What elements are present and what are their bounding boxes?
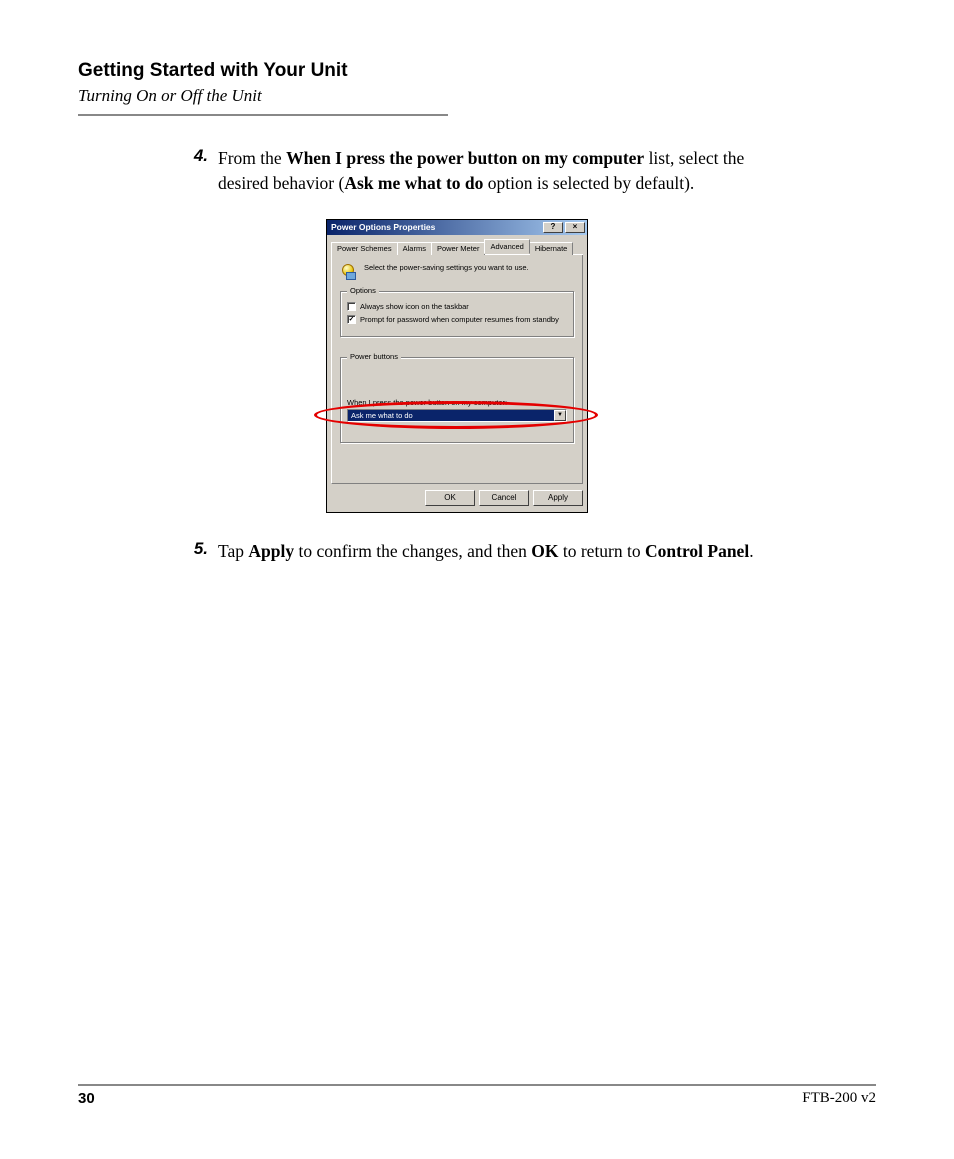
text: to confirm the changes, and then bbox=[294, 541, 531, 561]
lightbulb-icon bbox=[340, 263, 356, 281]
power-options-dialog: Power Options Properties ? × Power Schem… bbox=[326, 219, 588, 513]
apply-button[interactable]: Apply bbox=[533, 490, 583, 506]
checkbox-label: Always show icon on the taskbar bbox=[360, 302, 469, 311]
dialog-title: Power Options Properties bbox=[331, 222, 435, 232]
page-number: 30 bbox=[78, 1090, 95, 1107]
power-buttons-group: Power buttons When I press the power but… bbox=[340, 357, 574, 443]
tab-advanced[interactable]: Advanced bbox=[484, 239, 529, 254]
chapter-title: Getting Started with Your Unit bbox=[78, 60, 876, 82]
page-footer: 30 FTB-200 v2 bbox=[78, 1084, 876, 1107]
text: Tap bbox=[218, 541, 248, 561]
step-4: 4. From the When I press the power butto… bbox=[186, 146, 876, 197]
checkbox-label: Prompt for password when computer resume… bbox=[360, 315, 559, 324]
checkbox-show-icon[interactable] bbox=[347, 302, 356, 311]
text: option is selected by default). bbox=[483, 173, 694, 193]
close-button[interactable]: × bbox=[565, 222, 585, 233]
document-id: FTB-200 v2 bbox=[802, 1090, 876, 1107]
dialog-titlebar[interactable]: Power Options Properties ? × bbox=[327, 220, 587, 235]
tab-alarms[interactable]: Alarms bbox=[397, 242, 432, 255]
combo-label: When I press the power button on my comp… bbox=[347, 398, 567, 407]
bold-text: When I press the power button on my comp… bbox=[286, 148, 644, 168]
group-legend: Options bbox=[347, 286, 379, 295]
bold-text: Apply bbox=[248, 541, 294, 561]
power-button-combo[interactable]: Ask me what to do ▼ bbox=[347, 409, 567, 422]
step-number: 5. bbox=[186, 539, 218, 564]
info-text: Select the power-saving settings you wan… bbox=[364, 263, 529, 272]
footer-rule bbox=[78, 1084, 876, 1086]
group-legend: Power buttons bbox=[347, 352, 401, 361]
cancel-button[interactable]: Cancel bbox=[479, 490, 529, 506]
checkbox-prompt-password[interactable] bbox=[347, 315, 356, 324]
doc-header: Getting Started with Your Unit Turning O… bbox=[78, 60, 876, 116]
header-rule bbox=[78, 114, 448, 116]
text: to return to bbox=[558, 541, 645, 561]
ok-button[interactable]: OK bbox=[425, 490, 475, 506]
tab-power-schemes[interactable]: Power Schemes bbox=[331, 242, 398, 255]
options-group: Options Always show icon on the taskbar … bbox=[340, 291, 574, 337]
tab-panel-advanced: Select the power-saving settings you wan… bbox=[331, 255, 583, 484]
text: . bbox=[749, 541, 753, 561]
tab-power-meter[interactable]: Power Meter bbox=[431, 242, 486, 255]
chevron-down-icon[interactable]: ▼ bbox=[554, 410, 566, 421]
bold-text: OK bbox=[531, 541, 558, 561]
text: From the bbox=[218, 148, 286, 168]
step-number: 4. bbox=[186, 146, 218, 197]
help-button[interactable]: ? bbox=[543, 222, 563, 233]
step-text: Tap Apply to confirm the changes, and th… bbox=[218, 539, 754, 564]
bold-text: Ask me what to do bbox=[344, 173, 483, 193]
step-5: 5. Tap Apply to confirm the changes, and… bbox=[186, 539, 876, 564]
bold-text: Control Panel bbox=[645, 541, 749, 561]
combo-value: Ask me what to do bbox=[348, 410, 554, 421]
tabs: Power Schemes Alarms Power Meter Advance… bbox=[331, 239, 583, 255]
tab-hibernate[interactable]: Hibernate bbox=[529, 242, 574, 255]
step-text: From the When I press the power button o… bbox=[218, 146, 778, 197]
section-title: Turning On or Off the Unit bbox=[78, 86, 876, 106]
dialog-screenshot: Power Options Properties ? × Power Schem… bbox=[326, 219, 588, 513]
